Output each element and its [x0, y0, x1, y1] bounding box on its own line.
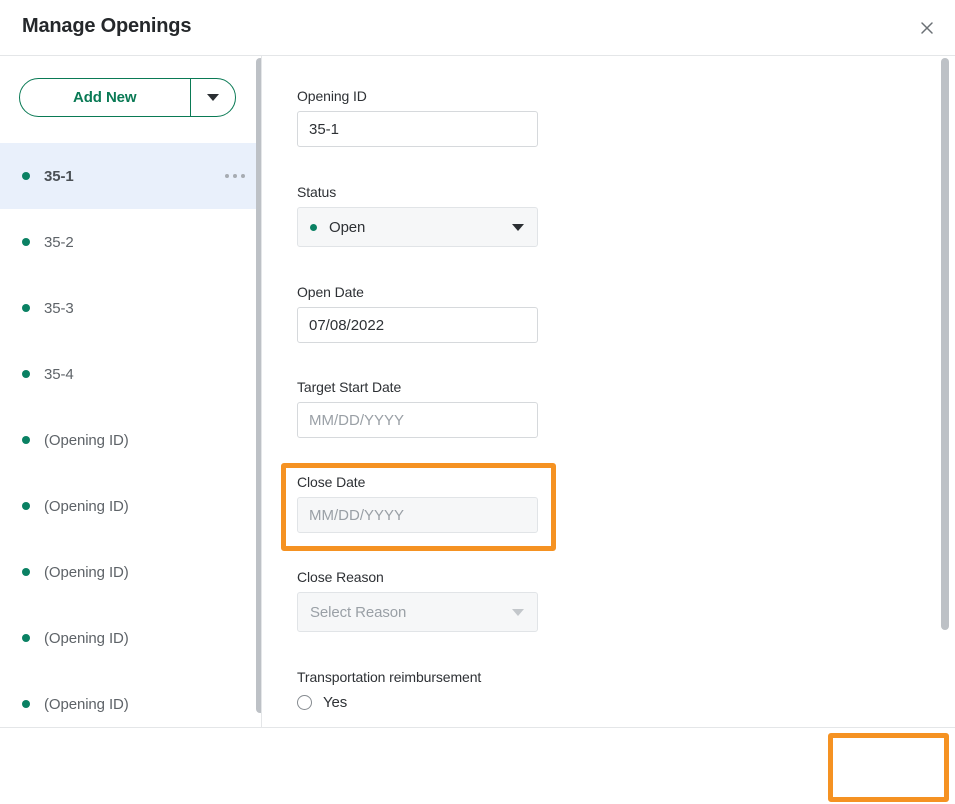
- close-date-input[interactable]: [297, 497, 538, 533]
- manage-openings-modal: Manage Openings Add New 35-1 35-2 35-3 35-4…: [0, 0, 955, 804]
- list-item-label: 35-3: [44, 299, 74, 317]
- opening-detail-form: Opening ID Status Open Open Date Target …: [263, 56, 955, 727]
- status-dot-icon: [22, 172, 30, 180]
- transportation-yes-label: Yes: [323, 694, 348, 711]
- chevron-down-icon: [207, 94, 219, 101]
- list-item[interactable]: 35-1: [0, 143, 261, 209]
- status-dot-icon: [22, 634, 30, 642]
- list-item-label: (Opening ID): [44, 695, 129, 713]
- list-item[interactable]: (Opening ID): [0, 539, 261, 605]
- list-item[interactable]: (Opening ID): [0, 473, 261, 539]
- chevron-down-icon: [512, 224, 524, 231]
- modal-body: Add New 35-1 35-2 35-3 35-4 (Opening ID) (Ope…: [0, 56, 955, 727]
- status-dot-icon: [22, 502, 30, 510]
- list-item-label: (Opening ID): [44, 431, 129, 449]
- openings-list: 35-1 35-2 35-3 35-4 (Opening ID) (Opening ID)…: [0, 143, 261, 727]
- form-scrollbar-thumb[interactable]: [941, 58, 949, 630]
- add-new-button[interactable]: Add New: [20, 79, 190, 116]
- status-select[interactable]: Open: [297, 207, 538, 247]
- form-scrollbar[interactable]: [941, 58, 953, 725]
- opening-id-input[interactable]: [297, 111, 538, 147]
- list-item[interactable]: (Opening ID): [0, 407, 261, 473]
- close-icon[interactable]: [911, 12, 943, 44]
- list-item-label: 35-1: [44, 167, 74, 185]
- add-new-dropdown-button[interactable]: [191, 79, 235, 116]
- status-value: Open: [329, 218, 366, 236]
- status-dot-icon: [22, 304, 30, 312]
- transportation-yes-radio[interactable]: Yes: [297, 694, 481, 711]
- list-item[interactable]: 35-2: [0, 209, 261, 275]
- radio-icon: [297, 695, 312, 710]
- close-reason-label: Close Reason: [297, 569, 384, 585]
- add-new-button-group: Add New: [19, 78, 236, 117]
- field-status: Status Open: [297, 184, 538, 247]
- target-start-date-input[interactable]: [297, 402, 538, 438]
- status-dot-icon: [22, 568, 30, 576]
- modal-header: Manage Openings: [0, 0, 955, 56]
- sidebar-scrollbar[interactable]: [256, 58, 261, 725]
- close-reason-select[interactable]: Select Reason: [297, 592, 538, 632]
- status-dot-icon: [22, 370, 30, 378]
- list-item[interactable]: 35-3: [0, 275, 261, 341]
- status-dot-icon: [310, 223, 317, 231]
- list-item-label: (Opening ID): [44, 563, 129, 581]
- open-date-label: Open Date: [297, 284, 364, 300]
- chevron-down-icon: [512, 609, 524, 616]
- close-reason-value: Select Reason: [310, 603, 407, 621]
- field-opening-id: Opening ID: [297, 88, 538, 147]
- field-open-date: Open Date: [297, 284, 538, 343]
- transportation-label: Transportation reimbursement: [297, 669, 482, 685]
- openings-sidebar: Add New 35-1 35-2 35-3 35-4 (Opening ID) (Ope…: [0, 56, 262, 727]
- list-item-label: (Opening ID): [44, 629, 129, 647]
- list-item-label: 35-2: [44, 233, 74, 251]
- open-date-input[interactable]: [297, 307, 538, 343]
- field-transportation-reimbursement: Transportation reimbursement Yes: [297, 669, 481, 711]
- target-start-date-label: Target Start Date: [297, 379, 402, 395]
- status-dot-icon: [22, 700, 30, 708]
- list-item-label: 35-4: [44, 365, 74, 383]
- status-label: Status: [297, 184, 337, 200]
- field-close-reason: Close Reason Select Reason: [297, 569, 538, 632]
- add-new-label: Add New: [73, 89, 137, 106]
- ellipsis-icon[interactable]: [223, 168, 247, 184]
- page-title: Manage Openings: [22, 15, 192, 37]
- status-dot-icon: [22, 238, 30, 246]
- field-close-date: Close Date: [297, 474, 538, 533]
- list-item[interactable]: (Opening ID): [0, 671, 261, 727]
- status-dot-icon: [22, 436, 30, 444]
- list-item[interactable]: (Opening ID): [0, 605, 261, 671]
- field-target-start-date: Target Start Date: [297, 379, 538, 438]
- modal-footer: Cancel Save: [0, 727, 955, 804]
- list-item-label: (Opening ID): [44, 497, 129, 515]
- list-item[interactable]: 35-4: [0, 341, 261, 407]
- sidebar-scrollbar-thumb[interactable]: [256, 58, 261, 713]
- opening-id-label: Opening ID: [297, 88, 367, 104]
- close-date-label: Close Date: [297, 474, 366, 490]
